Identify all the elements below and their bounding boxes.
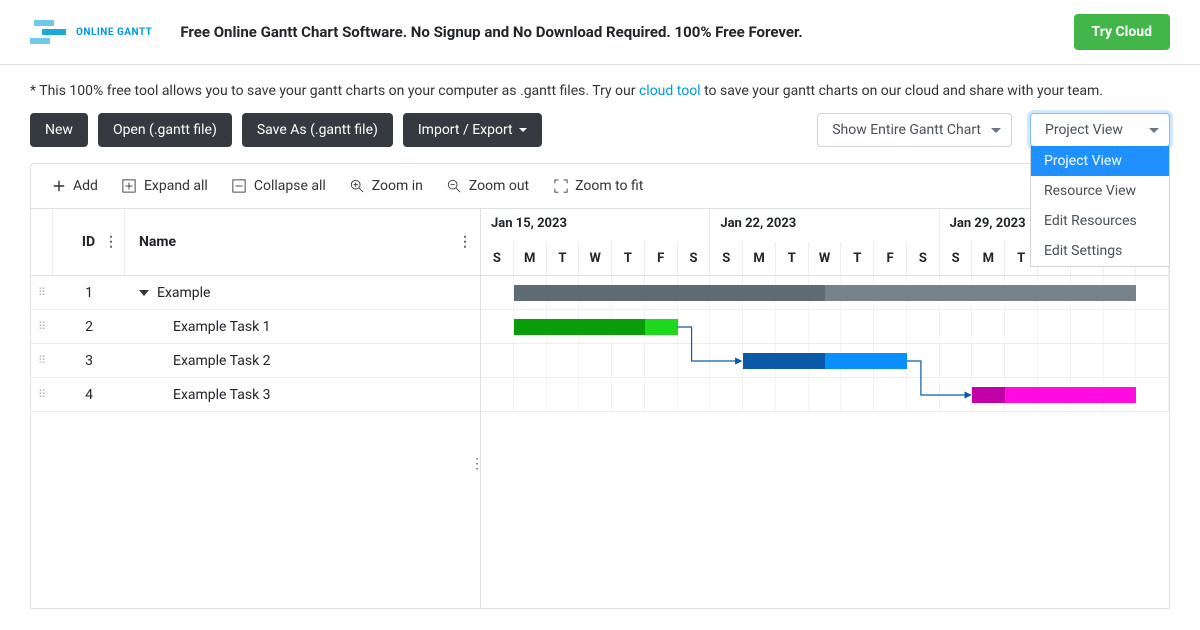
week-header: Jan 22, 2023 — [710, 209, 939, 242]
timeline-row — [481, 276, 1169, 310]
week-header: Jan 15, 2023 — [481, 209, 710, 242]
info-suffix: to save your gantt charts on our cloud a… — [704, 83, 1103, 99]
open-button[interactable]: Open (.gantt file) — [98, 113, 232, 147]
expand-all-button[interactable]: Expand all — [112, 172, 218, 200]
timeline-row — [481, 378, 1169, 412]
gantt-bar-progress — [972, 387, 1005, 403]
add-button[interactable]: Add — [41, 172, 108, 200]
day-header: T — [612, 242, 645, 276]
plus-icon — [51, 179, 66, 194]
logo[interactable]: ONLINE GANTT — [30, 20, 152, 44]
zoom-in-button[interactable]: Zoom in — [340, 172, 433, 200]
import-export-button[interactable]: Import / Export — [403, 113, 542, 147]
collapse-icon — [232, 179, 247, 194]
table-row[interactable]: ⠿ 2 Example Task 1 — [31, 310, 480, 344]
column-header-name[interactable]: Name ⋮ — [125, 209, 480, 275]
day-header: F — [874, 242, 907, 276]
show-entire-select[interactable]: Show Entire Gantt Chart — [817, 113, 1012, 147]
dropdown-item-resource-view[interactable]: Resource View — [1031, 176, 1169, 206]
timeline-row — [481, 310, 1169, 344]
day-header: S — [481, 242, 514, 276]
timeline: Jan 15, 2023 Jan 22, 2023 Jan 29, 2023 S… — [481, 209, 1169, 608]
view-select[interactable]: Project View Project View Resource View … — [1030, 113, 1170, 147]
gantt-bar-progress — [514, 285, 825, 301]
chevron-down-icon — [519, 128, 527, 132]
day-header: M — [743, 242, 776, 276]
day-header: F — [645, 242, 678, 276]
drag-handle-icon[interactable]: ⠿ — [31, 354, 53, 367]
zoom-to-fit-button[interactable]: Zoom to fit — [543, 172, 653, 200]
day-header: S — [710, 242, 743, 276]
day-header: S — [907, 242, 940, 276]
day-header: S — [940, 242, 973, 276]
new-button[interactable]: New — [30, 113, 88, 147]
drag-handle-icon[interactable]: ⠿ — [31, 388, 53, 401]
day-header: W — [809, 242, 842, 276]
day-header: S — [678, 242, 711, 276]
drag-handle-icon[interactable]: ⠿ — [31, 320, 53, 333]
collapse-all-button[interactable]: Collapse all — [222, 172, 336, 200]
drag-handle-icon[interactable]: ⠿ — [31, 286, 53, 299]
dropdown-item-edit-settings[interactable]: Edit Settings — [1031, 236, 1169, 266]
zoom-in-icon — [350, 179, 365, 194]
task-grid: ID ⋮ Name ⋮ ⠿ 1 Example ⠿ 2 Example Task… — [31, 209, 481, 608]
day-header: T — [776, 242, 809, 276]
save-as-button[interactable]: Save As (.gantt file) — [242, 113, 393, 147]
day-header: M — [514, 242, 547, 276]
try-cloud-button[interactable]: Try Cloud — [1074, 14, 1170, 50]
expand-icon — [122, 179, 137, 194]
gantt-logo-icon — [30, 20, 70, 44]
day-header: W — [579, 242, 612, 276]
dropdown-item-edit-resources[interactable]: Edit Resources — [1031, 206, 1169, 236]
day-header: M — [972, 242, 1005, 276]
zoom-fit-icon — [553, 179, 568, 194]
info-prefix: * This 100% free tool allows you to save… — [30, 83, 639, 99]
info-text: * This 100% free tool allows you to save… — [0, 65, 1200, 113]
gantt-bar-progress — [514, 319, 645, 335]
chevron-down-icon — [1149, 128, 1159, 133]
timeline-row — [481, 344, 1169, 378]
kebab-icon[interactable]: ⋮ — [458, 234, 472, 250]
kebab-icon[interactable]: ⋮ — [104, 234, 118, 250]
table-row[interactable]: ⠿ 3 Example Task 2 — [31, 344, 480, 378]
table-row[interactable]: ⠿ 1 Example — [31, 276, 480, 310]
brand-text: ONLINE GANTT — [76, 27, 152, 38]
chevron-down-icon[interactable] — [139, 290, 149, 296]
cloud-tool-link[interactable]: cloud tool — [639, 83, 701, 99]
chevron-down-icon — [991, 128, 1001, 133]
zoom-out-button[interactable]: Zoom out — [437, 172, 539, 200]
dropdown-item-project-view[interactable]: Project View — [1031, 146, 1169, 176]
tagline: Free Online Gantt Chart Software. No Sig… — [180, 23, 1073, 41]
view-dropdown: Project View Resource View Edit Resource… — [1030, 146, 1170, 267]
day-header: T — [547, 242, 580, 276]
zoom-out-icon — [447, 179, 462, 194]
gantt-bar-progress — [743, 353, 825, 369]
table-row[interactable]: ⠿ 4 Example Task 3 — [31, 378, 480, 412]
day-header: T — [841, 242, 874, 276]
column-header-id[interactable]: ID ⋮ — [53, 209, 125, 275]
